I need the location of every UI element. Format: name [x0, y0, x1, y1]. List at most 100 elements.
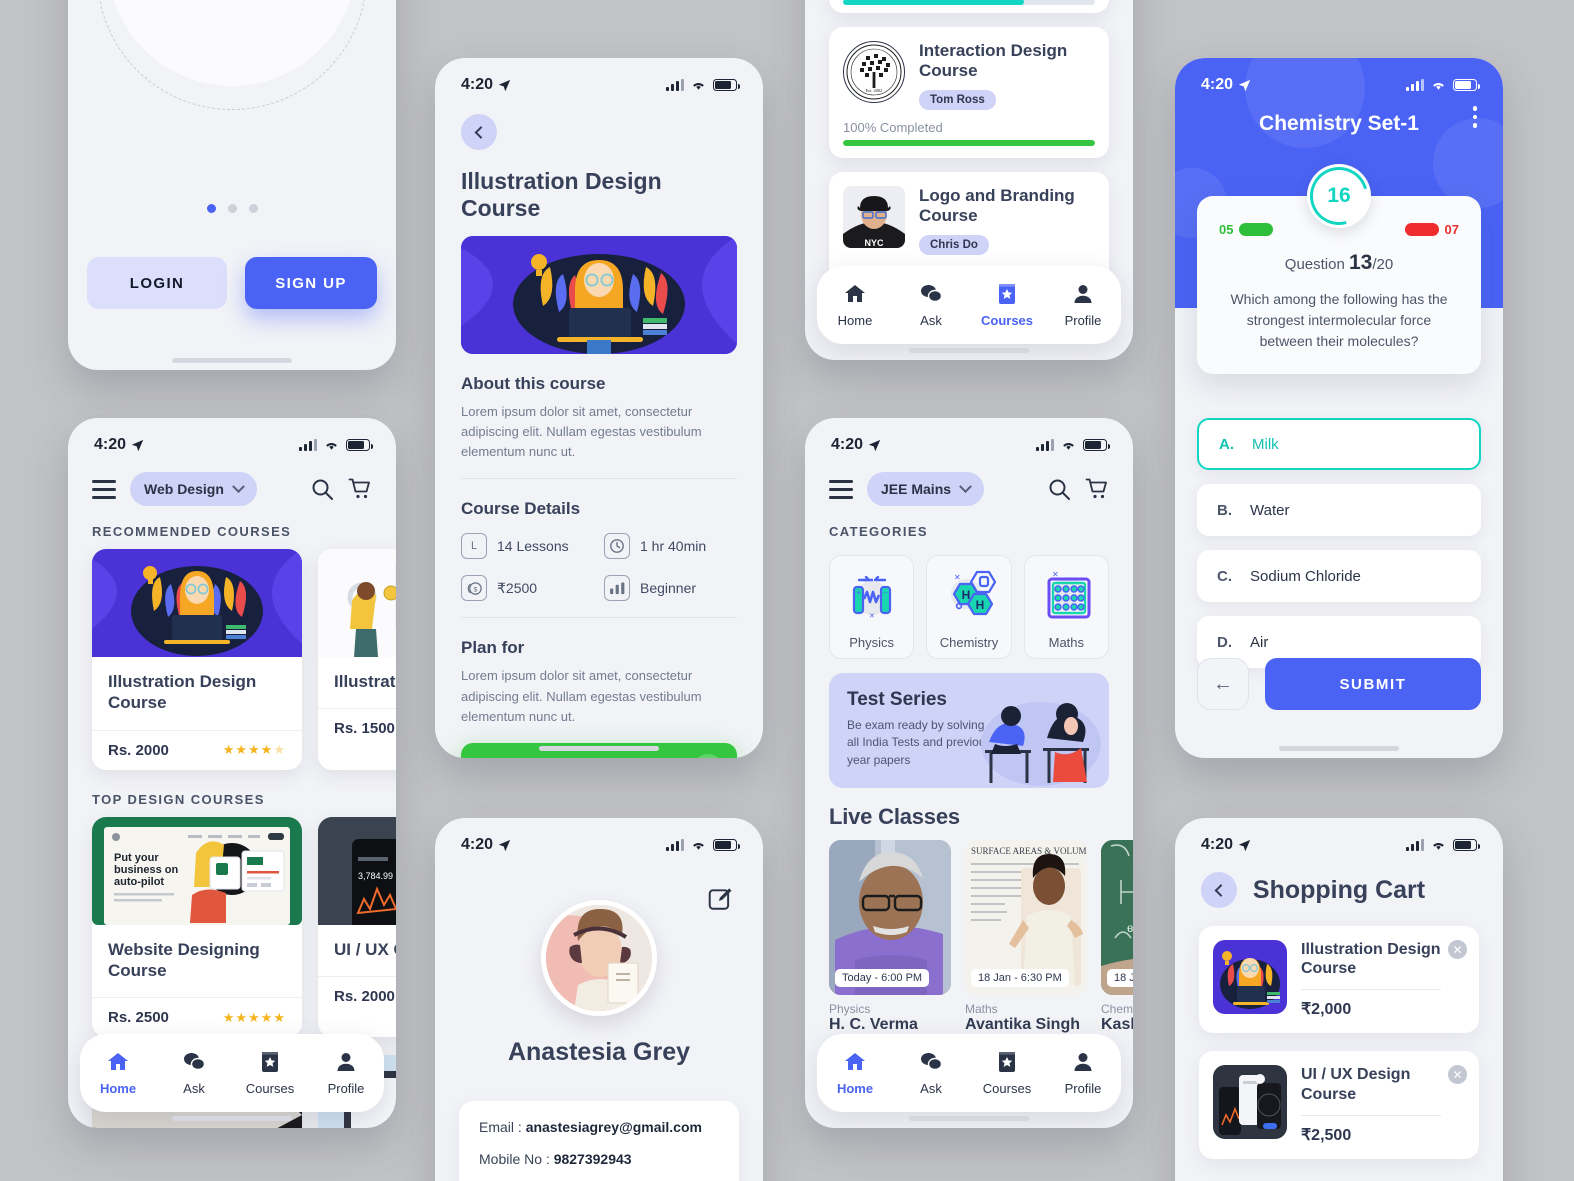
course-title: Interaction Design Course — [919, 41, 1068, 81]
detail-value: ₹2500 — [497, 579, 538, 596]
live-teacher: Avantika Singh — [965, 1016, 1080, 1033]
category-filter-chip[interactable]: Web Design — [130, 472, 257, 506]
option-c[interactable]: C. Sodium Chloride — [1197, 550, 1481, 602]
illustration-artwork — [92, 549, 302, 657]
menu-icon[interactable] — [92, 479, 116, 499]
teacher-badge: Tom Ross — [919, 89, 996, 110]
cart-item[interactable]: Illustration Design Course ₹2,000 ✕ — [1199, 926, 1479, 1034]
course-card-footer: Rs. 2000 ★★★★★ — [92, 729, 302, 770]
live-class-card[interactable]: Today - 6:00 PM Physics H. C. Verma — [829, 840, 951, 1034]
tab-ask[interactable]: Ask — [893, 1050, 969, 1096]
chat-icon — [921, 1053, 943, 1071]
svg-text:✕: ✕ — [869, 613, 875, 620]
tab-ask[interactable]: Ask — [893, 282, 969, 328]
submit-button[interactable]: SUBMIT — [1265, 658, 1481, 710]
course-card[interactable]: Illustration Design Course Rs. 2000 ★★★★… — [92, 549, 302, 770]
bottom-tab-bar[interactable]: Home Ask Courses Profile — [817, 266, 1121, 344]
signal-icon — [1406, 839, 1424, 851]
login-button[interactable]: LOGIN — [87, 257, 227, 309]
bottom-tab-bar[interactable]: Home Ask Courses Profile — [817, 1034, 1121, 1112]
svg-text:Est. 2002: Est. 2002 — [866, 88, 883, 93]
tab-profile[interactable]: Profile — [1045, 282, 1121, 328]
course-progress-card[interactable]: Est. 2002 Interaction Design Course Tom … — [829, 27, 1109, 158]
category-chemistry[interactable]: H H ✕ Chemistry — [926, 555, 1012, 659]
course-card[interactable]: Put your business on auto-pilot Website … — [92, 816, 302, 1037]
pagination-dot-2[interactable] — [227, 204, 237, 213]
cart-icon[interactable] — [1085, 477, 1109, 501]
edit-profile-icon[interactable] — [707, 886, 733, 912]
option-a[interactable]: A. Milk — [1197, 418, 1481, 470]
top-design-courses-row[interactable]: Put your business on auto-pilot Website … — [68, 816, 396, 1037]
tab-courses[interactable]: Courses — [969, 282, 1045, 328]
students-illustration — [981, 702, 1101, 786]
svg-text:+: + — [856, 588, 861, 597]
course-detail-screen: 4:20 Illustration Design Course About th… — [435, 58, 763, 758]
live-time-badge: Today - 6:00 PM — [835, 969, 930, 987]
remove-item-icon[interactable]: ✕ — [1448, 940, 1467, 959]
tab-home[interactable]: Home — [80, 1050, 156, 1096]
exam-filter-chip[interactable]: JEE Mains — [867, 472, 985, 506]
more-options-icon[interactable] — [1472, 106, 1477, 128]
bottom-tab-bar[interactable]: Home Ask Courses Profile — [80, 1034, 384, 1112]
tab-home[interactable]: Home — [817, 1050, 893, 1096]
search-icon[interactable] — [310, 477, 334, 501]
question-text: Which among the following has the strong… — [1230, 291, 1448, 349]
battery-icon — [1453, 79, 1480, 91]
about-heading: About this course — [461, 374, 606, 393]
book-icon — [262, 1052, 278, 1072]
live-subject: Physics — [829, 1002, 871, 1016]
signal-icon — [666, 839, 684, 851]
course-card-footer: Rs. 2500 ★★★★★ — [92, 997, 302, 1037]
categories-row[interactable]: + – ✕ Physics H H ✕ Chemistry ✕ Maths — [805, 543, 1133, 659]
tab-ask[interactable]: Ask — [156, 1050, 232, 1096]
profile-email-row: Email : anastesiagrey@gmail.com — [479, 1119, 719, 1135]
course-card-footer: Rs. 2000 — [318, 975, 396, 1016]
onboarding-illustration — [68, 0, 396, 190]
course-title: Website Designing Course — [108, 939, 260, 980]
category-physics[interactable]: + – ✕ Physics — [829, 555, 915, 659]
svg-text:business on: business on — [114, 864, 178, 876]
onboarding-figure-svg — [68, 0, 396, 190]
status-time: 4:20 — [461, 76, 494, 93]
live-classes-heading: Live Classes — [829, 804, 960, 829]
live-teacher: Kash — [1101, 1016, 1133, 1033]
user-icon — [337, 1053, 355, 1071]
signup-button[interactable]: SIGN UP — [245, 257, 377, 309]
tab-courses[interactable]: Courses — [232, 1050, 308, 1096]
tab-profile[interactable]: Profile — [1045, 1050, 1121, 1096]
category-maths[interactable]: ✕ Maths — [1023, 555, 1109, 659]
option-key: D. — [1217, 633, 1232, 651]
test-series-banner[interactable]: Test Series Be exam ready by solving all… — [829, 673, 1109, 788]
tab-label: Ask — [920, 313, 942, 328]
search-icon[interactable] — [1047, 477, 1071, 501]
live-class-card[interactable]: e² √R 18 Ja Chemis Kash — [1101, 840, 1133, 1034]
options-list[interactable]: A. Milk B. Water C. Sodium Chloride D. A… — [1175, 418, 1503, 682]
onboarding-pagination-dots[interactable] — [68, 204, 396, 213]
detail-lessons: L 14 Lessons — [461, 533, 594, 560]
course-card[interactable]: Illustrat Course Rs. 1500 — [318, 549, 396, 770]
previous-question-button[interactable]: ← — [1197, 658, 1249, 710]
home-indicator — [172, 358, 292, 363]
cart-icon[interactable] — [348, 477, 372, 501]
course-progress-card-partial[interactable] — [829, 0, 1109, 13]
question-label: Question — [1284, 256, 1345, 273]
illustration-artwork — [1213, 940, 1287, 1014]
tab-home[interactable]: Home — [817, 282, 893, 328]
live-classes-row[interactable]: Today - 6:00 PM Physics H. C. Verma SURF… — [805, 830, 1133, 1034]
cart-item[interactable]: UI / UX Design Course ₹2,500 ✕ — [1199, 1051, 1479, 1159]
detail-level: Beginner — [604, 575, 737, 602]
live-thumbnail: Today - 6:00 PM — [829, 840, 951, 995]
course-card[interactable]: 3,784.99 UI / UX Course Rs. 2000 — [318, 816, 396, 1037]
recommended-courses-row[interactable]: Illustration Design Course Rs. 2000 ★★★★… — [68, 549, 396, 770]
tab-courses[interactable]: Courses — [969, 1050, 1045, 1096]
pagination-dot-3[interactable] — [248, 204, 258, 213]
status-bar: 4:20 — [805, 418, 1133, 458]
menu-icon[interactable] — [829, 479, 853, 499]
option-b[interactable]: B. Water — [1197, 484, 1481, 536]
option-key: A. — [1219, 435, 1234, 453]
tab-profile[interactable]: Profile — [308, 1050, 384, 1096]
home-indicator — [539, 746, 659, 751]
live-class-card[interactable]: SURFACE AREAS & VOLUMES 18 Jan - 6:30 PM… — [965, 840, 1087, 1034]
back-button[interactable] — [461, 114, 497, 150]
pagination-dot-1[interactable] — [206, 204, 216, 213]
